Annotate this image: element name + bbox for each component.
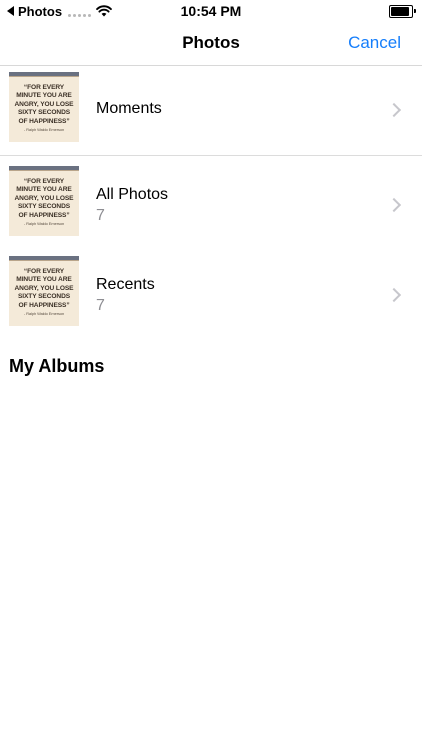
- navigation-bar: Photos Cancel: [0, 22, 422, 66]
- album-thumbnail: “FOR EVERY MINUTE YOU ARE ANGRY, YOU LOS…: [9, 166, 79, 236]
- chevron-right-icon: [386, 102, 402, 118]
- status-bar: Photos 10:54 PM: [0, 0, 422, 22]
- album-name: All Photos: [96, 186, 169, 203]
- photo-picker-screen: Photos 10:54 PM Photos Cancel “FOR EVERY…: [0, 0, 422, 750]
- my-albums-heading: My Albums: [9, 356, 105, 376]
- album-thumbnail: “FOR EVERY MINUTE YOU ARE ANGRY, YOU LOS…: [9, 256, 79, 326]
- cancel-button[interactable]: Cancel: [348, 33, 401, 53]
- album-list: “FOR EVERY MINUTE YOU ARE ANGRY, YOU LOS…: [0, 66, 422, 336]
- battery-icon: [389, 5, 416, 18]
- album-name: Recents: [96, 276, 155, 293]
- chevron-right-icon: [386, 287, 402, 303]
- album-row-moments[interactable]: “FOR EVERY MINUTE YOU ARE ANGRY, YOU LOS…: [0, 66, 422, 156]
- album-row-recents[interactable]: “FOR EVERY MINUTE YOU ARE ANGRY, YOU LOS…: [0, 246, 422, 336]
- album-name: Moments: [96, 100, 162, 117]
- album-count: 7: [96, 207, 105, 224]
- album-thumbnail: “FOR EVERY MINUTE YOU ARE ANGRY, YOU LOS…: [9, 72, 79, 142]
- album-row-all-photos[interactable]: “FOR EVERY MINUTE YOU ARE ANGRY, YOU LOS…: [0, 156, 422, 246]
- status-time: 10:54 PM: [180, 3, 242, 19]
- chevron-right-icon: [386, 197, 402, 213]
- album-count: 7: [96, 297, 105, 314]
